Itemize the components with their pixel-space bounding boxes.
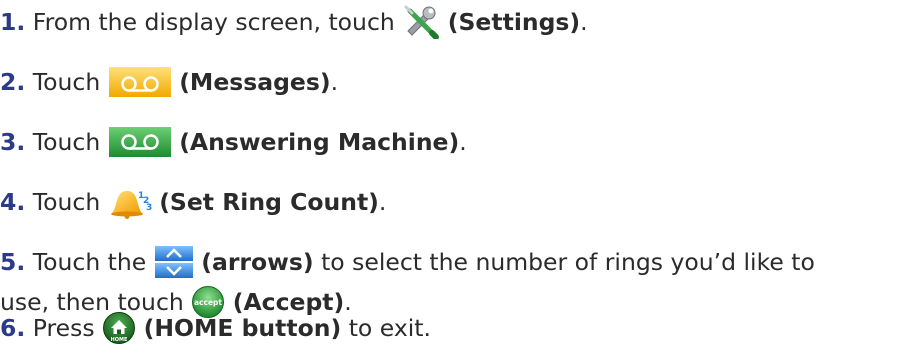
step-6: 6. Press HOME (HOME button) to exit. [0, 308, 431, 348]
step-text: Touch [32, 188, 101, 216]
step-number: 6. [0, 314, 26, 342]
step-action: (Settings) [447, 8, 581, 36]
step-after: . [459, 128, 467, 156]
step-text: Touch [32, 128, 101, 156]
accept-icon-label: accept [194, 298, 222, 307]
step-number: 5. [0, 248, 26, 276]
step-action: (arrows) [201, 248, 314, 276]
step-number: 1. [0, 8, 26, 36]
step-text: Touch [32, 68, 101, 96]
step-2: 2. Touch (Messages). [0, 62, 338, 102]
bell-icon: 1 2 3 [108, 185, 152, 219]
settings-icon [402, 5, 440, 39]
step-3: 3. Touch (Answering Machine). [0, 122, 467, 162]
step-action: (Messages) [179, 68, 331, 96]
home-button-icon: HOME [102, 311, 136, 345]
step-after: . [330, 68, 339, 96]
step-number: 4. [0, 188, 26, 216]
step-after: . [580, 8, 588, 36]
step-text: Touch the [32, 248, 147, 276]
step-number: 2. [0, 68, 26, 96]
svg-text:3: 3 [146, 203, 152, 213]
step-after: to exit. [348, 314, 431, 342]
step-4: 4. Touch 1 2 3 (Set Ring Count). [0, 182, 386, 222]
step-text: From the display screen, touch [32, 8, 395, 36]
step-5-line-1: 5. Touch the (arrows) to select the numb… [0, 242, 815, 282]
step-number: 3. [0, 128, 26, 156]
step-after: . [378, 188, 387, 216]
step-action: (Answering Machine) [179, 128, 460, 156]
step-after: to select the number of rings you’d like… [321, 248, 815, 276]
arrows-icon [154, 245, 194, 279]
answering-machine-icon [108, 126, 172, 158]
step-text: Press [32, 314, 95, 342]
messages-icon [108, 66, 172, 98]
step-1: 1. From the display screen, touch (Setti… [0, 2, 588, 42]
step-action: (HOME button) [143, 314, 342, 342]
home-icon-label: HOME [111, 337, 128, 343]
step-action: (Set Ring Count) [159, 188, 379, 216]
